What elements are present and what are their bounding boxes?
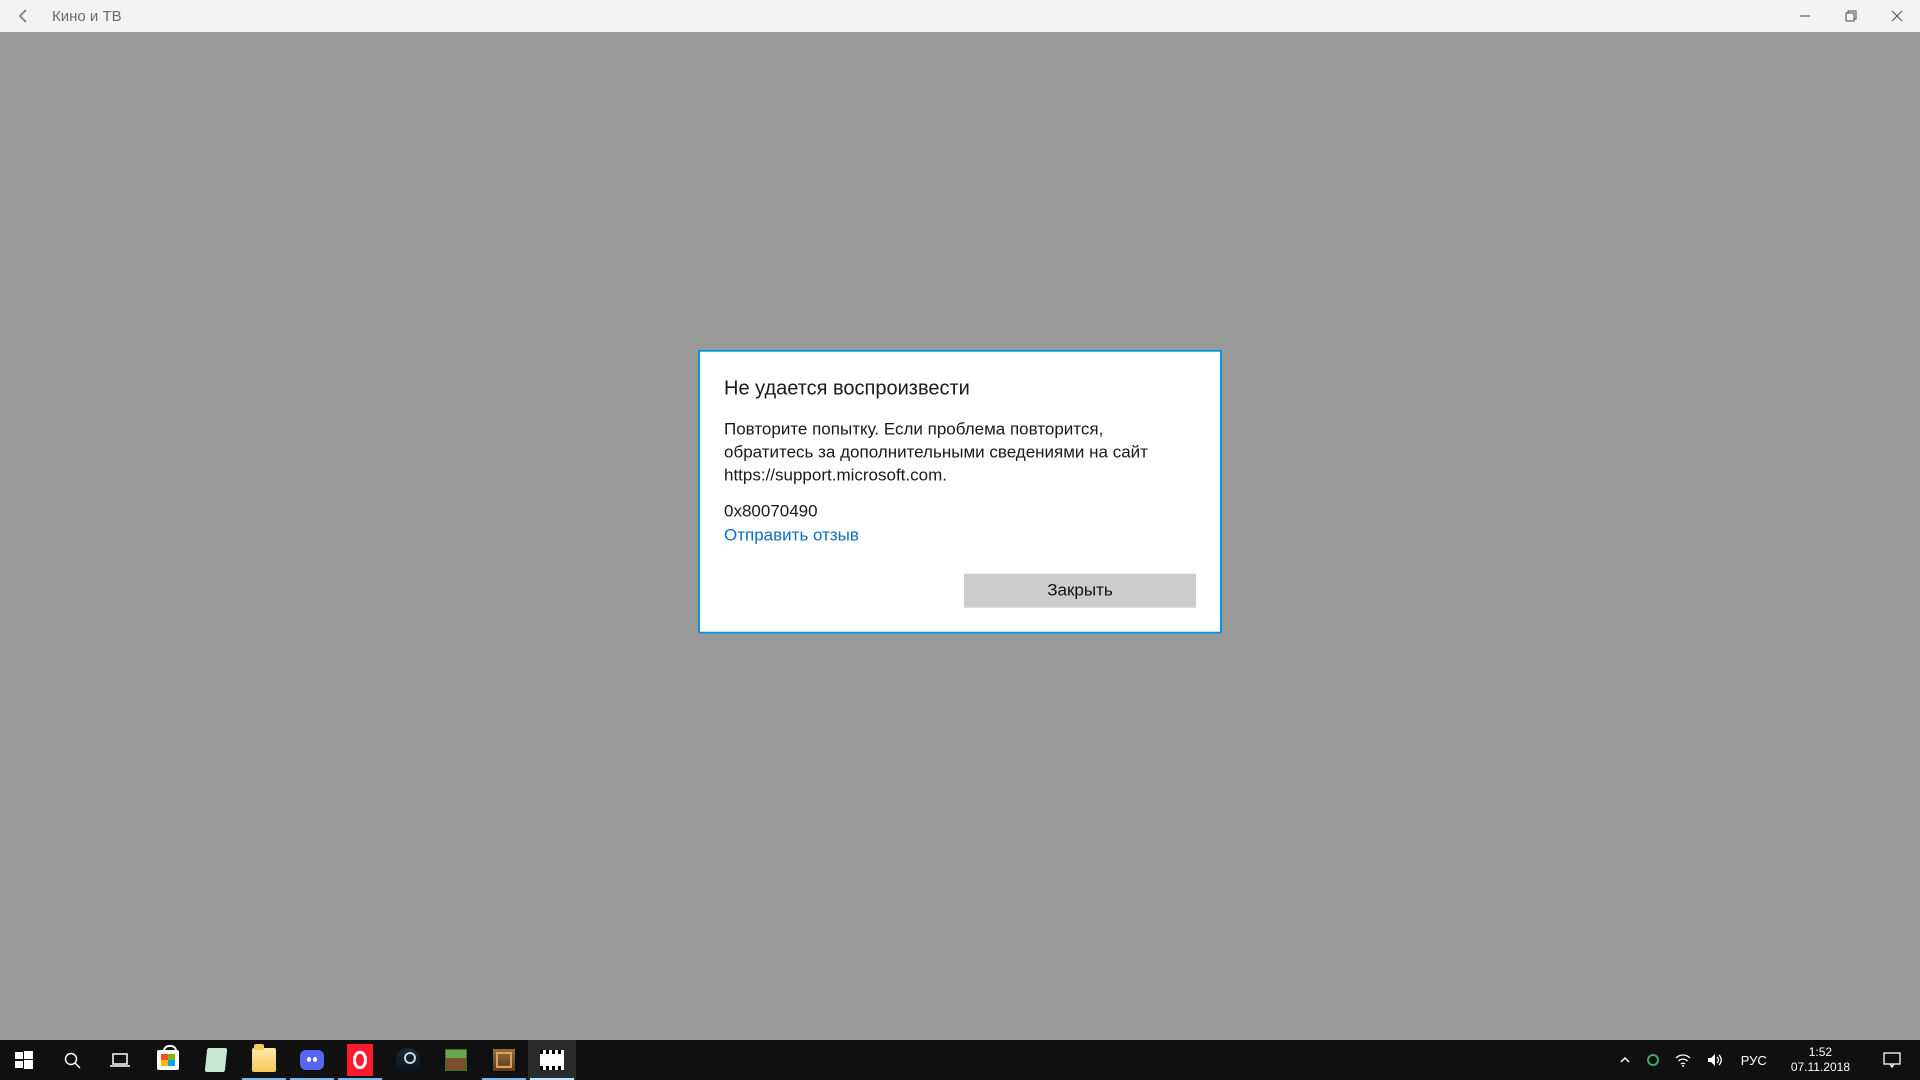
system-tray: РУС 1:52 07.11.2018	[1611, 1040, 1920, 1080]
send-feedback-link[interactable]: Отправить отзыв	[724, 526, 859, 546]
close-icon	[1891, 10, 1903, 22]
status-dot-icon	[1647, 1054, 1659, 1066]
movies-tv-app-window: Кино и ТВ Не удается воспроизвести Повто…	[0, 0, 1920, 1040]
taskbar-app-file-explorer[interactable]	[240, 1040, 288, 1080]
back-button[interactable]	[0, 0, 48, 32]
film-icon	[540, 1048, 564, 1072]
arrow-left-icon	[16, 8, 32, 24]
minimize-icon	[1799, 10, 1811, 22]
tray-time: 1:52	[1791, 1045, 1850, 1060]
playback-error-dialog: Не удается воспроизвести Повторите попыт…	[698, 350, 1222, 634]
tray-language-button[interactable]: РУС	[1735, 1053, 1773, 1068]
dialog-title: Не удается воспроизвести	[724, 378, 1196, 401]
maximize-button[interactable]	[1828, 0, 1874, 32]
taskbar-app-minecraft[interactable]	[432, 1040, 480, 1080]
discord-icon	[300, 1048, 324, 1072]
steam-icon	[396, 1048, 420, 1072]
taskbar-app-notepad[interactable]	[192, 1040, 240, 1080]
dialog-error-code: 0x80070490	[724, 502, 1196, 522]
forge-icon	[492, 1048, 516, 1072]
action-center-icon	[1883, 1052, 1901, 1068]
wifi-icon	[1675, 1053, 1691, 1067]
search-icon	[60, 1048, 84, 1072]
tray-volume-button[interactable]	[1703, 1040, 1727, 1080]
taskbar-app-discord[interactable]	[288, 1040, 336, 1080]
taskbar: РУС 1:52 07.11.2018	[0, 1040, 1920, 1080]
tray-clock[interactable]: 1:52 07.11.2018	[1781, 1045, 1860, 1075]
taskbar-app-forge[interactable]	[480, 1040, 528, 1080]
tray-date: 07.11.2018	[1791, 1060, 1850, 1075]
speaker-icon	[1707, 1053, 1723, 1067]
tray-overflow-button[interactable]	[1615, 1040, 1635, 1080]
task-view-icon	[108, 1048, 132, 1072]
tray-status-indicator[interactable]	[1643, 1040, 1663, 1080]
maximize-restore-icon	[1845, 10, 1857, 22]
minecraft-icon	[444, 1048, 468, 1072]
dialog-actions: Закрыть	[724, 574, 1196, 608]
app-title: Кино и ТВ	[48, 8, 122, 25]
tray-action-center-button[interactable]	[1868, 1052, 1916, 1068]
search-button[interactable]	[48, 1040, 96, 1080]
dialog-message: Повторите попытку. Если проблема повтори…	[724, 419, 1196, 488]
taskbar-spacer	[576, 1040, 1611, 1080]
taskbar-app-steam[interactable]	[384, 1040, 432, 1080]
microsoft-store-icon	[156, 1048, 180, 1072]
tray-network-button[interactable]	[1671, 1040, 1695, 1080]
taskbar-app-store[interactable]	[144, 1040, 192, 1080]
task-view-button[interactable]	[96, 1040, 144, 1080]
notepad-icon	[204, 1048, 228, 1072]
taskbar-app-opera[interactable]	[336, 1040, 384, 1080]
opera-icon	[336, 1040, 384, 1080]
start-button[interactable]	[0, 1040, 48, 1080]
windows-logo-icon	[12, 1048, 36, 1072]
chevron-up-icon	[1619, 1054, 1631, 1066]
folder-icon	[252, 1048, 276, 1072]
taskbar-app-movies-tv[interactable]	[528, 1040, 576, 1080]
dialog-close-button[interactable]: Закрыть	[964, 574, 1196, 608]
minimize-button[interactable]	[1782, 0, 1828, 32]
titlebar: Кино и ТВ	[0, 0, 1920, 32]
close-button[interactable]	[1874, 0, 1920, 32]
